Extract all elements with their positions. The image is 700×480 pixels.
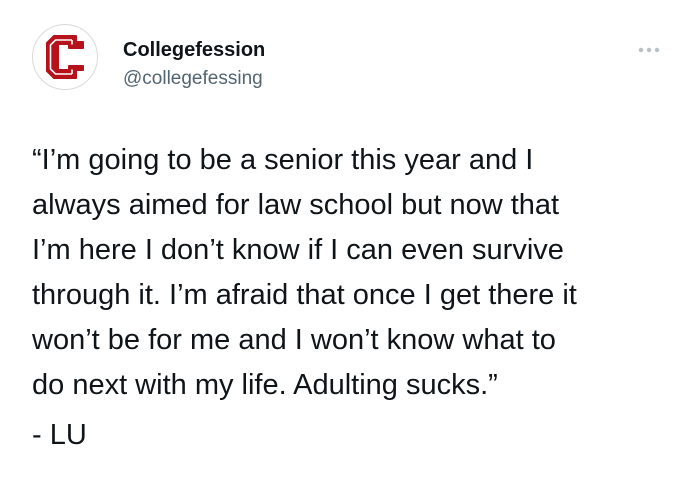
post-signature: - LU <box>32 419 87 451</box>
post-text-line: I’m here I don’t know if I can even surv… <box>32 234 564 266</box>
post-text: “I’m going to be a senior this year and … <box>32 138 682 408</box>
ellipsis-icon <box>638 47 660 53</box>
author-name[interactable]: Collegefession <box>123 38 265 62</box>
post-text-line: do next with my life. Adulting sucks.” <box>32 369 498 401</box>
post-text-line: won’t be for me and I won’t know what to <box>32 324 556 356</box>
post-header: Collegefession @collegefessing <box>0 0 700 112</box>
college-c-logo-icon <box>46 35 84 79</box>
post-text-line: “I’m going to be a senior this year and … <box>32 144 534 176</box>
post-text-line: always aimed for law school but now that <box>32 189 560 221</box>
post-text-line: through it. I’m afraid that once I get t… <box>32 279 577 311</box>
author-handle[interactable]: @collegefessing <box>123 67 263 91</box>
avatar[interactable] <box>32 24 98 90</box>
more-options-button[interactable] <box>636 40 662 60</box>
